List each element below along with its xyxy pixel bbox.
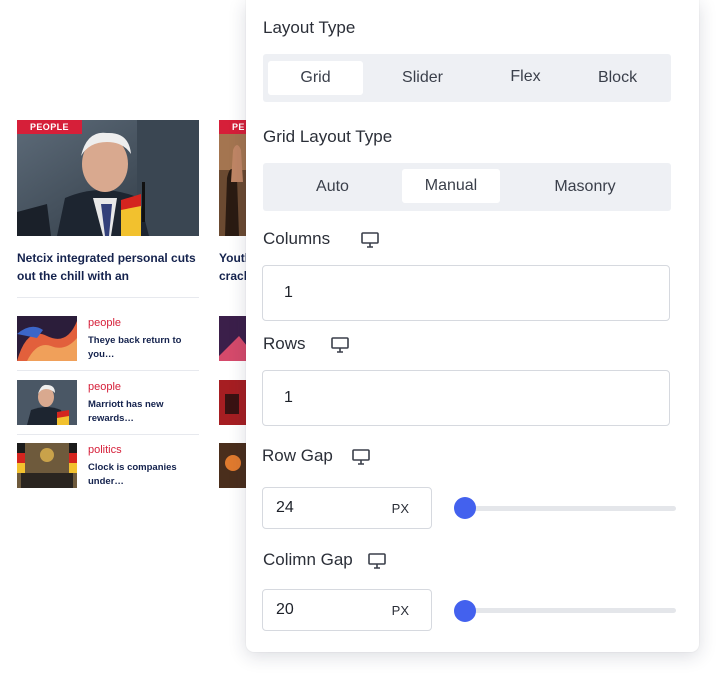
column-gap-label: Colimn Gap	[263, 550, 353, 569]
desktop-icon[interactable]	[368, 553, 386, 569]
columns-label: Columns	[263, 229, 331, 248]
rows-input[interactable]	[262, 370, 670, 426]
layout-option-block[interactable]: Block	[570, 61, 665, 95]
article-category[interactable]: politics	[88, 444, 122, 456]
layout-type-label: Layout Type	[263, 18, 356, 37]
grid-layout-type-selector: Auto Manual Masonry	[263, 163, 671, 211]
row-gap-slider-track[interactable]	[466, 506, 676, 511]
article-thumbnail[interactable]	[219, 316, 247, 361]
row-gap-input[interactable]: PX	[262, 487, 432, 529]
columns-input[interactable]	[262, 265, 670, 321]
article-thumbnail	[17, 380, 77, 425]
featured-title[interactable]: Netcix integrated personal cuts out the …	[17, 249, 199, 285]
article-category[interactable]: people	[88, 317, 121, 329]
grid-option-manual[interactable]: Manual	[402, 169, 500, 203]
list-item[interactable]: people Marriott has new rewards…	[17, 380, 199, 428]
divider	[17, 370, 199, 371]
list-item[interactable]: politics Clock is companies under…	[17, 443, 199, 491]
column-gap-unit[interactable]: PX	[392, 603, 409, 618]
desktop-icon[interactable]	[331, 337, 349, 353]
column-gap-slider-track[interactable]	[466, 608, 676, 613]
list-item[interactable]: people Theye back return to you…	[17, 316, 199, 364]
rows-label: Rows	[263, 334, 306, 353]
grid-layout-type-label: Grid Layout Type	[263, 127, 393, 146]
layout-option-slider[interactable]: Slider	[375, 61, 470, 95]
layout-settings-panel: Layout Type Grid Slider Flex Block Grid …	[246, 0, 699, 652]
desktop-icon[interactable]	[361, 232, 379, 248]
divider	[17, 434, 199, 435]
layout-option-flex[interactable]: Flex	[478, 60, 573, 94]
article-thumbnail[interactable]	[219, 380, 247, 425]
article-title[interactable]: Clock is companies under…	[88, 461, 198, 489]
article-category[interactable]: people	[88, 381, 121, 393]
rows-value[interactable]	[263, 371, 669, 425]
row-gap-slider-handle[interactable]	[454, 497, 476, 519]
layout-type-selector: Grid Slider Flex Block	[263, 54, 671, 102]
row-gap-value[interactable]	[263, 488, 373, 528]
divider	[17, 297, 199, 298]
columns-value[interactable]	[263, 266, 669, 320]
featured-title[interactable]: Youth crack	[219, 249, 249, 285]
row-gap-label: Row Gap	[262, 446, 333, 465]
column-gap-slider-handle[interactable]	[454, 600, 476, 622]
grid-option-auto[interactable]: Auto	[285, 170, 380, 204]
category-badge: PEOPLE	[17, 120, 82, 134]
article-thumbnail	[17, 443, 77, 488]
grid-option-masonry[interactable]: Masonry	[531, 170, 639, 204]
article-thumbnail	[17, 316, 77, 361]
article-thumbnail[interactable]	[219, 443, 247, 488]
column-gap-input[interactable]: PX	[262, 589, 432, 631]
featured-image[interactable]: PEOPLE	[17, 120, 199, 236]
column-gap-value[interactable]	[263, 590, 373, 630]
layout-option-grid[interactable]: Grid	[268, 61, 363, 95]
desktop-icon[interactable]	[352, 449, 370, 465]
article-title[interactable]: Theye back return to you…	[88, 334, 198, 362]
article-title[interactable]: Marriott has new rewards…	[88, 398, 198, 426]
row-gap-unit[interactable]: PX	[392, 501, 409, 516]
